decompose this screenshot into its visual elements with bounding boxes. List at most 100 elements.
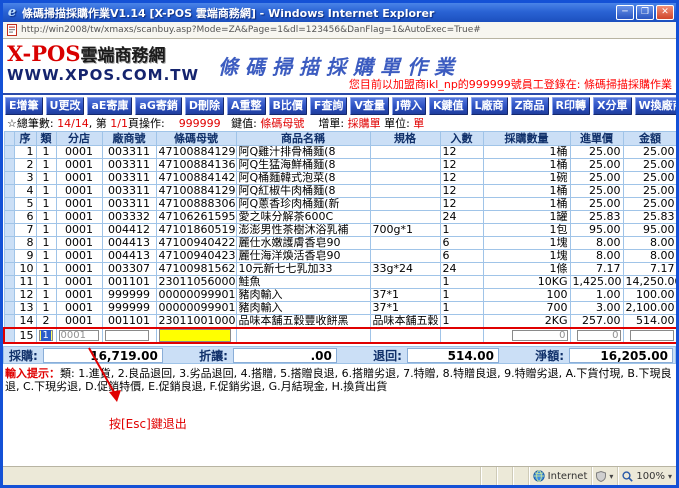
table-cell: 37*1 <box>370 289 440 302</box>
table-row[interactable]: 5100010033114710088830661阿Q蔥香珍肉桶麵(新121桶2… <box>4 198 676 211</box>
toolbar-button[interactable]: R印轉 <box>552 97 590 115</box>
toolbar-button[interactable]: aE寄庫 <box>87 97 132 115</box>
toolbar-button[interactable]: F查詢 <box>310 97 348 115</box>
table-cell: 1 <box>36 263 56 276</box>
table-cell: 1 <box>36 185 56 198</box>
table-row[interactable]: 1010001003307471009815625610元新七七乳加3333g*… <box>4 263 676 276</box>
table-cell: 1 <box>14 146 36 159</box>
info-segment: 條碼母號 <box>260 117 304 130</box>
toolbar-button[interactable]: J帶入 <box>392 97 426 115</box>
col-vendor: 廠商號 <box>102 132 156 146</box>
table-cell: 4710088412966 <box>156 185 236 198</box>
toolbar-button[interactable]: B比價 <box>269 97 307 115</box>
info-segment: 採購單 <box>348 117 381 130</box>
table-cell: 003311 <box>102 159 156 172</box>
table-cell: 25.00 <box>623 159 676 172</box>
col-barcode: 條碼母號 <box>156 132 236 146</box>
minimize-button[interactable]: ─ <box>616 5 634 20</box>
table-row[interactable]: 13100019999990000009990135豬肉輸入37*117003.… <box>4 302 676 315</box>
col-qty: 採購數量 <box>483 132 570 146</box>
table-cell: 2 <box>14 159 36 172</box>
table-row[interactable]: 7100010044124710186051906澎澎男性茶樹沐浴乳補700g*… <box>4 224 676 237</box>
table-cell: 1桶 <box>483 146 570 159</box>
input-row[interactable]: 15 1 0001 0 0 <box>4 328 676 343</box>
table-cell: 1.00 <box>570 289 623 302</box>
vendor-input[interactable] <box>105 330 149 341</box>
price-input[interactable]: 0 <box>577 330 621 341</box>
qty-input[interactable]: 0 <box>512 330 568 341</box>
toolbar-button[interactable]: A重整 <box>227 97 266 115</box>
info-segment: 單位: <box>381 117 414 130</box>
table-row[interactable]: 3100010033114710088414243阿Q桶麵韓式泡菜(8121碗2… <box>4 172 676 185</box>
table-cell: 003332 <box>102 211 156 224</box>
table-row[interactable]: 6100010033324710626159513愛之味分解茶600C241罐2… <box>4 211 676 224</box>
table-cell: 25.00 <box>570 185 623 198</box>
toolbar-button[interactable]: V查量 <box>350 97 389 115</box>
table-cell: 0001 <box>56 198 102 211</box>
table-cell: 12 <box>440 146 483 159</box>
table-cell: 1 <box>440 276 483 289</box>
toolbar-button[interactable]: X分單 <box>593 97 631 115</box>
table-cell <box>370 172 440 185</box>
table-row[interactable]: 11100010011012301105600002鮭魚110KG1,425.0… <box>4 276 676 289</box>
table-cell: 14,250.00 <box>623 276 676 289</box>
esc-annotation-arrow <box>81 344 129 408</box>
toolbar-button[interactable]: U更改 <box>46 97 85 115</box>
store-input[interactable]: 0001 <box>59 330 99 341</box>
address-bar <box>3 22 676 39</box>
toolbar-button[interactable]: Z商品 <box>511 97 549 115</box>
table-cell: 999999 <box>102 289 156 302</box>
toolbar-button[interactable]: D刪除 <box>185 97 224 115</box>
toolbar-button[interactable]: E增筆 <box>5 97 43 115</box>
table-row[interactable]: 12100019999990000009990135豬肉輸入37*111001.… <box>4 289 676 302</box>
type-input[interactable]: 1 <box>39 330 53 341</box>
table-cell: 1桶 <box>483 159 570 172</box>
table-cell: 13 <box>14 302 36 315</box>
zoom-control[interactable]: 100% ▾ <box>617 467 676 485</box>
table-row[interactable]: 2100010033114710088413611阿Q生猛海鮮桶麵(8121桶2… <box>4 159 676 172</box>
table-cell: 1 <box>440 224 483 237</box>
barcode-input[interactable] <box>159 329 231 342</box>
shield-icon <box>596 471 606 482</box>
table-row[interactable]: 8100010044134710094042256麗仕水嫩護膚香皂9061塊8.… <box>4 237 676 250</box>
table-cell: 1碗 <box>483 172 570 185</box>
title-bar[interactable]: e 條碼掃描採購作業V1.14 [X-POS 雲端商務網] - Windows … <box>3 3 676 22</box>
address-input[interactable] <box>21 25 672 35</box>
table-cell: 0001 <box>56 172 102 185</box>
table-cell: 6 <box>440 237 483 250</box>
table-cell: 0001 <box>56 276 102 289</box>
table-cell: 514.00 <box>623 315 676 329</box>
table-cell: 1 <box>36 276 56 289</box>
table-cell: 鮭魚 <box>236 276 370 289</box>
col-seq: 序 <box>14 132 36 146</box>
table-row[interactable]: 14200010011012301100100002品味本舖五穀豐收餅黑品味本舖… <box>4 315 676 329</box>
table-row[interactable]: 4100010033114710088412966阿Q紅椒牛肉桶麵(8121桶2… <box>4 185 676 198</box>
table-cell: 3 <box>14 172 36 185</box>
internet-explorer-icon: e <box>5 6 19 20</box>
table-cell: 003311 <box>102 198 156 211</box>
table-row[interactable]: 1100010033114710088412973阿Q雞汁排骨桶麵(8121桶2… <box>4 146 676 159</box>
maximize-button[interactable]: ❐ <box>636 5 654 20</box>
table-row[interactable]: 9100010044134710094042300麗仕海洋煥活香皂9061塊8.… <box>4 250 676 263</box>
info-segment: 增單: <box>304 117 347 130</box>
table-cell: 12 <box>440 198 483 211</box>
table-cell: 1 <box>36 224 56 237</box>
toolbar-button[interactable]: aG寄銷 <box>135 97 181 115</box>
col-product-name: 商品名稱 <box>236 132 370 146</box>
table-cell: 阿Q紅椒牛肉桶麵(8 <box>236 185 370 198</box>
protected-mode-pane[interactable]: ▾ <box>591 467 617 485</box>
table-cell: 0001 <box>56 211 102 224</box>
toolbar-button[interactable]: L廠商 <box>471 97 508 115</box>
allowance-label: 折讓: <box>196 347 231 364</box>
table-cell: 1 <box>36 146 56 159</box>
return-value: 514.00 <box>407 348 499 363</box>
toolbar-button[interactable]: K鍵值 <box>429 97 468 115</box>
table-cell: 11 <box>14 276 36 289</box>
page-icon <box>7 24 17 36</box>
close-button[interactable]: ✕ <box>656 5 674 20</box>
table-cell: 33g*24 <box>370 263 440 276</box>
table-cell: 25.00 <box>570 198 623 211</box>
table-cell: 1 <box>36 250 56 263</box>
table-cell: 8 <box>14 237 36 250</box>
toolbar-button[interactable]: W換廠商 <box>635 97 676 115</box>
